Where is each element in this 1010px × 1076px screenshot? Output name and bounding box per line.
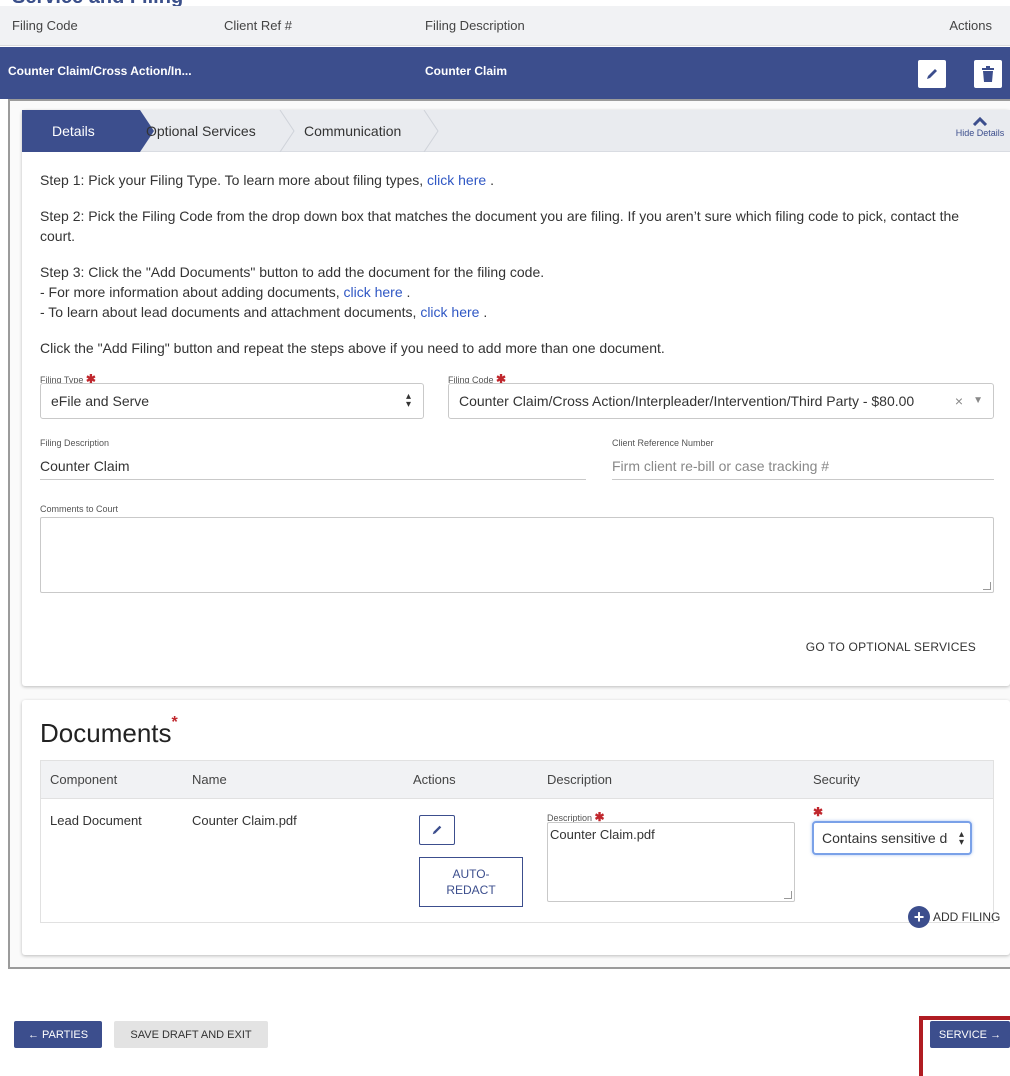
filing-type-value: eFile and Serve <box>51 393 150 409</box>
instruction-step-1: Step 1: Pick your Filing Type. To learn … <box>40 170 995 190</box>
instruction-step-3b: - To learn about lead documents and atta… <box>40 302 995 322</box>
tab-separator-chevron <box>279 110 295 152</box>
add-filing-instruction: Click the "Add Filing" button and repeat… <box>40 340 665 356</box>
step-tabs: Details Optional Services Communication … <box>22 110 1010 152</box>
parties-back-button[interactable]: ← PARTIES <box>14 1021 102 1048</box>
filing-type-select[interactable]: eFile and Serve ▴ ▾ <box>40 383 424 419</box>
filing-types-link[interactable]: click here <box>427 172 486 188</box>
header-actions: Actions <box>413 772 456 787</box>
document-component: Lead Document <box>50 813 142 828</box>
plus-circle-icon: + <box>908 906 930 928</box>
header-security: Security <box>813 772 860 787</box>
instruction-step-3: Step 3: Click the "Add Documents" button… <box>40 264 545 280</box>
document-description-textarea[interactable]: Counter Claim.pdf <box>547 822 795 902</box>
delete-filing-button[interactable] <box>974 60 1002 88</box>
filing-description-input[interactable]: Counter Claim <box>40 452 586 480</box>
step-1-period: . <box>490 172 494 188</box>
go-to-optional-services-button[interactable]: GO TO OPTIONAL SERVICES <box>806 640 976 654</box>
step-3b-text: - To learn about lead documents and atta… <box>40 304 417 320</box>
step-3a-period: . <box>406 284 411 300</box>
document-description-value: Counter Claim.pdf <box>550 827 655 842</box>
service-next-button[interactable]: SERVICE → <box>930 1021 1010 1048</box>
tab-optional-services[interactable]: Optional Services <box>146 110 256 152</box>
header-filing-code: Filing Code <box>12 18 78 33</box>
comments-textarea[interactable] <box>40 517 994 593</box>
hide-details-toggle[interactable]: Hide Details <box>952 116 1008 138</box>
add-filing-button[interactable]: + ADD FILING <box>908 906 1000 928</box>
filing-description-label: Filing Description <box>40 438 110 448</box>
header-description: Description <box>547 772 613 787</box>
add-filing-label: ADD FILING <box>933 910 1001 924</box>
documents-title-text: Documents <box>40 718 172 748</box>
trash-icon <box>982 66 994 82</box>
step-3a-text: - For more information about adding docu… <box>40 284 340 300</box>
clear-icon[interactable]: × <box>955 393 963 409</box>
required-mark: ✱ <box>813 805 824 819</box>
select-arrows-icon: ▴ ▾ <box>958 829 964 848</box>
filing-code-value: Counter Claim/Cross Action/Interpleader/… <box>459 393 915 409</box>
comments-label: Comments to Court <box>40 504 119 514</box>
required-mark: * <box>171 714 178 731</box>
filing-code-select[interactable]: Counter Claim/Cross Action/Interpleader/… <box>448 383 994 419</box>
document-name: Counter Claim.pdf <box>192 813 297 828</box>
adding-documents-link[interactable]: click here <box>344 284 403 300</box>
tab-details[interactable]: Details <box>22 110 154 152</box>
header-name: Name <box>192 772 227 787</box>
hide-details-label: Hide Details <box>955 128 1005 138</box>
chevron-up-icon <box>972 116 988 127</box>
pencil-icon <box>432 825 442 835</box>
edit-document-button[interactable] <box>419 815 455 845</box>
filing-row-description: Counter Claim <box>425 64 508 78</box>
chevron-down-icon: ▼ <box>973 395 983 406</box>
documents-title: Documents* <box>40 714 178 749</box>
tab-communication[interactable]: Communication <box>304 110 401 152</box>
lead-documents-link[interactable]: click here <box>420 304 479 320</box>
step-3b-period: . <box>483 304 488 320</box>
header-actions: Actions <box>949 18 992 33</box>
filing-row-selected[interactable]: Counter Claim/Cross Action/In... Counter… <box>0 47 1010 99</box>
documents-table: Component Name Actions Description Secur… <box>40 760 994 923</box>
resize-handle[interactable] <box>983 582 991 590</box>
edit-filing-button[interactable] <box>918 60 946 88</box>
header-filing-description: Filing Description <box>425 18 525 33</box>
save-draft-exit-button[interactable]: SAVE DRAFT AND EXIT <box>114 1021 268 1048</box>
client-reference-label: Client Reference Number <box>612 438 714 448</box>
header-client-ref: Client Ref # <box>224 18 292 33</box>
pencil-icon <box>927 69 937 79</box>
auto-redact-button[interactable]: AUTO- REDACT <box>419 857 523 907</box>
header-component: Component <box>50 772 118 787</box>
documents-card: Documents* Component Name Actions Descri… <box>22 700 1010 955</box>
tab-separator-chevron <box>423 110 439 152</box>
client-reference-input[interactable]: Firm client re-bill or case tracking # <box>612 452 994 480</box>
security-value: Contains sensitive data <box>822 830 948 846</box>
resize-handle[interactable] <box>784 891 792 899</box>
filings-table-header: Filing Code Client Ref # Filing Descript… <box>0 6 1010 46</box>
documents-table-header: Component Name Actions Description Secur… <box>41 761 993 799</box>
select-arrows-icon: ▴ ▾ <box>405 391 411 410</box>
filing-row-code: Counter Claim/Cross Action/In... <box>8 64 192 78</box>
step-1-text: Step 1: Pick your Filing Type. To learn … <box>40 172 424 188</box>
security-required-label: ✱ <box>813 805 823 819</box>
instruction-step-2: Step 2: Pick the Filing Code from the dr… <box>40 208 960 244</box>
instruction-step-3a: - For more information about adding docu… <box>40 282 995 302</box>
details-card: Details Optional Services Communication … <box>22 110 1010 686</box>
security-select[interactable]: Contains sensitive data ▴▾ <box>812 821 972 855</box>
